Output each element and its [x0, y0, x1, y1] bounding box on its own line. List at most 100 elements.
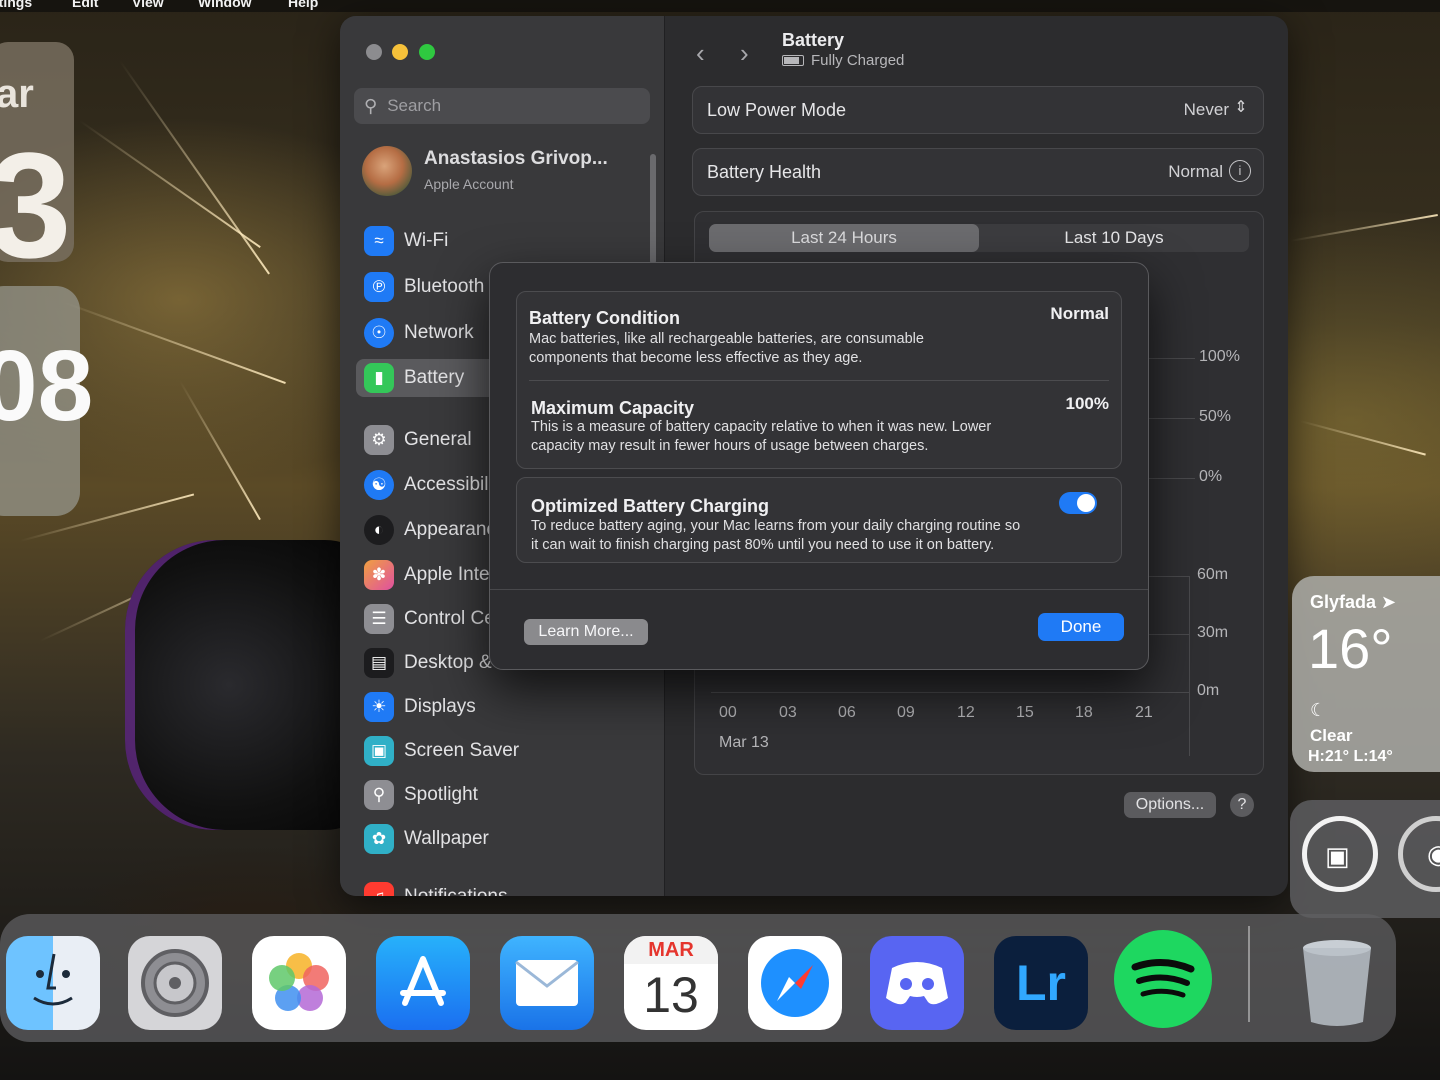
- app-store-glyph: [400, 956, 446, 1006]
- sidebar-item-displays[interactable]: ☀ Displays: [356, 688, 652, 726]
- date-label: Mar 13: [719, 734, 769, 751]
- screen-saver-icon: ▣: [364, 736, 394, 766]
- maximum-capacity-value: 100%: [1065, 394, 1109, 413]
- page-title: Battery: [782, 30, 845, 50]
- search-field[interactable]: ⚲: [354, 88, 650, 124]
- sidebar-item-label: General: [404, 429, 472, 450]
- grid-line: [711, 692, 1189, 693]
- sidebar-item-label: Notifications: [404, 886, 508, 896]
- optimized-charging-toggle[interactable]: [1059, 492, 1097, 514]
- sidebar-item-label: Spotlight: [404, 784, 478, 805]
- usage-axis-label: 60m: [1197, 566, 1229, 583]
- battery-status-icon: [782, 55, 804, 66]
- weather-high-low: H:21° L:14°: [1308, 748, 1393, 765]
- sidebar-item-label: Wi-Fi: [404, 230, 449, 251]
- appearance-icon: ◐: [364, 515, 394, 545]
- settings-icon[interactable]: [128, 936, 222, 1030]
- sidebar-item-spotlight[interactable]: ⚲ Spotlight: [356, 776, 652, 814]
- battery-health-row: Battery Health Normal i: [692, 148, 1264, 196]
- hour-tick-label: 09: [897, 704, 915, 721]
- sun-icon: ☀: [364, 692, 394, 722]
- close-button[interactable]: [366, 44, 382, 60]
- weather-condition: Clear: [1310, 726, 1353, 745]
- level-axis-label: 0%: [1199, 468, 1223, 485]
- forward-chevron-icon[interactable]: ›: [740, 38, 749, 69]
- sidebar-item-notifications[interactable]: ♫ Notifications: [356, 878, 652, 896]
- weather-city: Glyfada ➤: [1310, 592, 1396, 613]
- wallpaper-spark: [119, 60, 270, 275]
- info-icon[interactable]: i: [1229, 160, 1251, 182]
- gear-icon: ⚙: [364, 425, 394, 455]
- done-button[interactable]: Done: [1038, 613, 1124, 641]
- dock-icon: ▤: [364, 648, 394, 678]
- divider: [529, 380, 1109, 381]
- menu-help[interactable]: Help: [288, 0, 318, 10]
- lightroom-icon[interactable]: Lr: [994, 936, 1088, 1030]
- up-down-chevron-icon[interactable]: ⇕: [1231, 97, 1251, 119]
- bluetooth-icon: ℗: [364, 272, 394, 302]
- tab-last-24-hours[interactable]: Last 24 Hours: [709, 224, 979, 252]
- laptop-icon: ▣: [1325, 841, 1350, 871]
- app-store-icon[interactable]: [376, 936, 470, 1030]
- help-button[interactable]: ?: [1230, 793, 1254, 817]
- level-axis-label: 100%: [1199, 348, 1240, 365]
- calendar-icon[interactable]: MAR 13: [624, 936, 718, 1030]
- compass-glyph: [761, 949, 829, 1017]
- avatar: [362, 146, 412, 196]
- search-input[interactable]: [385, 95, 630, 117]
- calendar-widget[interactable]: ar 3: [0, 42, 74, 280]
- laptop-battery-ring: ▣: [1302, 816, 1378, 892]
- battery-condition-description-line1: Mac batteries, like all rechargeable bat…: [529, 331, 924, 347]
- page-subtitle: Fully Charged: [782, 52, 904, 69]
- low-power-mode-row: Low Power Mode Never ⇕: [692, 86, 1264, 134]
- sidebar-item-wallpaper[interactable]: ✿ Wallpaper: [356, 820, 652, 858]
- sidebar-item-wifi[interactable]: ≈ Wi-Fi: [356, 222, 652, 260]
- account-subtitle: Apple Account: [424, 176, 514, 192]
- sidebar-item-screen-saver[interactable]: ▣ Screen Saver: [356, 732, 652, 770]
- battery-info-card: Battery Condition Normal Mac batteries, …: [516, 291, 1122, 469]
- optimized-charging-title: Optimized Battery Charging: [531, 496, 770, 516]
- menu-edit[interactable]: Edit: [72, 0, 98, 10]
- safari-icon[interactable]: [748, 936, 842, 1030]
- maximum-capacity-description-line2: capacity may result in fewer hours of us…: [531, 438, 929, 454]
- finder-face-glyph: [33, 953, 73, 1006]
- discord-icon[interactable]: [870, 936, 964, 1030]
- control-centre-icon: ☰: [364, 604, 394, 634]
- photos-flower-glyph: [269, 953, 329, 1011]
- photos-icon[interactable]: [252, 936, 346, 1030]
- mouse-battery-ring: ◉: [1398, 816, 1440, 892]
- zoom-button[interactable]: [419, 44, 435, 60]
- apple-account-item[interactable]: Anastasios Grivop... Apple Account: [362, 144, 652, 202]
- finder-icon[interactable]: [6, 936, 100, 1030]
- batteries-widget[interactable]: ▣ ◉: [1290, 800, 1440, 918]
- usage-axis-label: 30m: [1197, 624, 1229, 641]
- accessibility-icon: ☯: [364, 470, 394, 500]
- discord-controller-glyph: [886, 962, 948, 1005]
- trash-can-glyph: [1303, 940, 1371, 1026]
- menu-settings[interactable]: ttings: [0, 0, 32, 10]
- options-button[interactable]: Options...: [1124, 792, 1216, 818]
- mouse-icon: ◉: [1427, 839, 1440, 869]
- magnifier-icon: ⚲: [364, 780, 394, 810]
- usage-axis-label: 0m: [1197, 682, 1220, 699]
- back-chevron-icon[interactable]: ‹: [696, 38, 705, 69]
- lightroom-label: Lr: [1016, 955, 1066, 1011]
- globe-icon: ☉: [364, 318, 394, 348]
- tab-last-10-days[interactable]: Last 10 Days: [979, 224, 1249, 252]
- weather-widget[interactable]: Glyfada ➤ 16° ☾ Clear H:21° L:14°: [1292, 576, 1440, 772]
- clock-widget[interactable]: 08: [0, 286, 93, 516]
- low-power-mode-select[interactable]: Never: [1184, 100, 1229, 120]
- battery-health-sheet: Battery Condition Normal Mac batteries, …: [489, 262, 1149, 670]
- mail-icon[interactable]: [500, 936, 594, 1030]
- trash-icon[interactable]: [1290, 936, 1384, 1030]
- spotify-icon[interactable]: [1114, 930, 1212, 1028]
- minimize-button[interactable]: [392, 44, 408, 60]
- battery-health-value: Normal: [1168, 162, 1223, 181]
- hour-tick-label: 03: [779, 704, 797, 721]
- menu-view[interactable]: View: [132, 0, 164, 10]
- siri-icon: ✽: [364, 560, 394, 590]
- menu-window[interactable]: Window: [198, 0, 252, 10]
- weather-city-name: Glyfada: [1310, 592, 1377, 612]
- learn-more-button[interactable]: Learn More...: [524, 619, 648, 645]
- calendar-widget-month: ar: [0, 72, 34, 116]
